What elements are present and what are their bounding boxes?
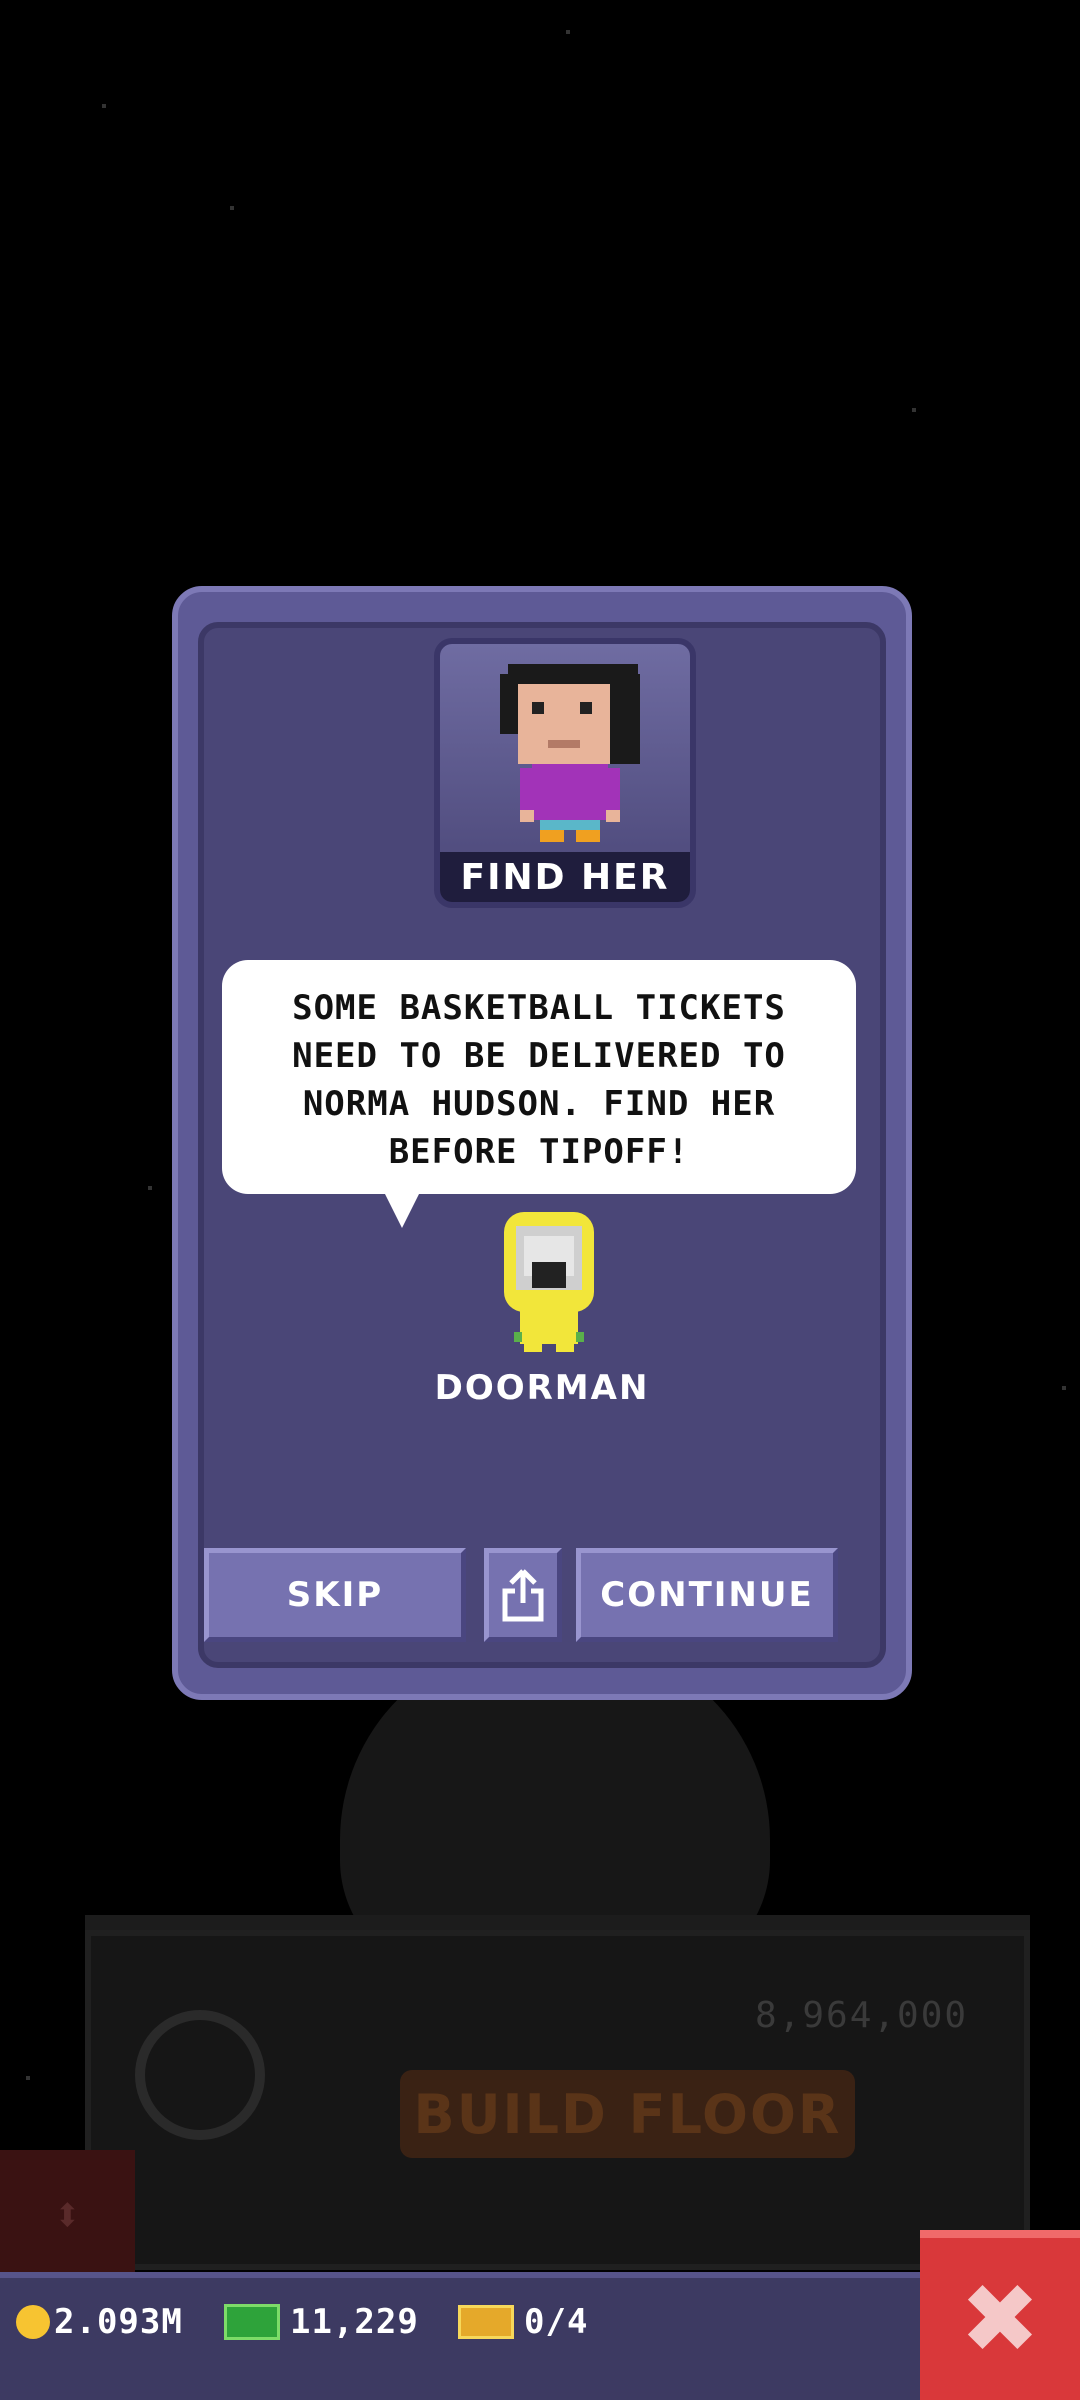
coins-value: 2.093M [54,2302,183,2342]
continue-button-label: CONTINUE [600,1575,814,1615]
star [912,408,916,412]
star [1062,1386,1066,1390]
build-floor-button: BUILD FLOOR [400,2070,855,2158]
speech-bubble-tail [382,1188,422,1228]
close-button[interactable]: ✖ [920,2230,1080,2400]
mission-portrait: FIND HER [434,638,696,908]
star [230,206,234,210]
tickets-stat: 0/4 [458,2302,588,2342]
speaker-name: DOORMAN [434,1368,650,1408]
ticket-icon [458,2305,514,2339]
close-icon: ✖ [959,2263,1041,2375]
bux-value: 11,229 [290,2302,419,2342]
mission-dialog: FIND HER SOME BASKETBALL TICKETS NEED TO… [172,586,912,1700]
coins-stat: 2.093M [16,2302,183,2342]
star [566,30,570,34]
star [148,1186,152,1190]
share-button[interactable] [484,1548,562,1642]
bux-stat: 11,229 [224,2302,419,2342]
continue-button[interactable]: CONTINUE [576,1548,838,1642]
elevator-arrows-icon: ⬍ [0,2150,135,2280]
skip-button-label: SKIP [286,1575,384,1615]
share-icon [502,1569,544,1622]
skip-button[interactable]: SKIP [204,1548,466,1642]
build-floor-price: 8,964,000 [755,1995,969,2036]
doorman-avatar [504,1212,594,1352]
dialog-panel: FIND HER SOME BASKETBALL TICKETS NEED TO… [198,622,886,1668]
status-bar: 2.093M 11,229 0/4 [0,2272,920,2400]
norma-hudson-avatar [500,664,640,842]
mission-title: FIND HER [440,852,690,902]
vault-wheel-icon [135,2010,265,2140]
star [26,2076,30,2080]
mission-message: SOME BASKETBALL TICKETS NEED TO BE DELIV… [292,988,786,1172]
speech-bubble: SOME BASKETBALL TICKETS NEED TO BE DELIV… [222,960,856,1194]
bux-icon [224,2304,280,2340]
coin-icon [16,2305,50,2339]
star [102,104,106,108]
tickets-value: 0/4 [524,2302,589,2342]
